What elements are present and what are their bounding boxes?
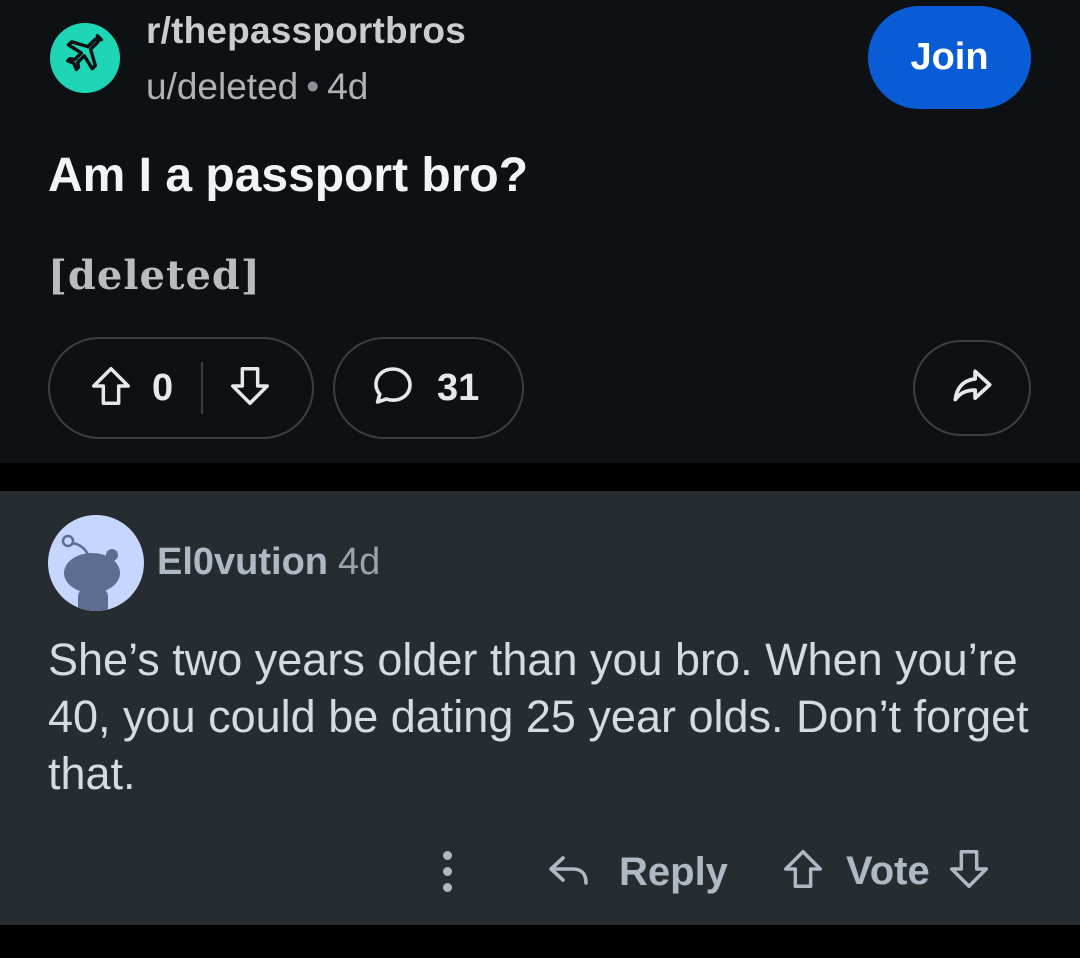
comment-author-row: El0vution 4d: [157, 541, 380, 584]
reply-button[interactable]: Reply: [545, 846, 728, 899]
comment-upvote-button[interactable]: [780, 846, 826, 897]
arrow-down-icon: [946, 850, 992, 896]
more-vertical-icon: [442, 851, 452, 860]
reply-arrow-icon: [545, 846, 593, 899]
share-button[interactable]: [913, 340, 1031, 436]
subreddit-avatar[interactable]: [50, 23, 120, 93]
snoo-avatar-icon: [61, 534, 120, 611]
reply-label: Reply: [619, 850, 728, 894]
join-button[interactable]: Join: [868, 6, 1031, 109]
upvote-button[interactable]: [88, 363, 134, 414]
vote-control: 0: [48, 337, 314, 439]
speech-bubble-icon: [369, 362, 417, 415]
arrow-up-icon: [780, 850, 826, 896]
post-author[interactable]: u/deleted: [146, 66, 298, 107]
downvote-button[interactable]: [227, 363, 273, 414]
post-age: 4d: [327, 66, 369, 107]
more-options-button[interactable]: [440, 851, 454, 895]
subreddit-name[interactable]: r/thepassportbros: [146, 10, 466, 52]
arrow-down-icon: [227, 366, 273, 413]
comments-button[interactable]: 31: [333, 337, 524, 439]
vote-divider: [201, 362, 204, 414]
arrow-up-icon: [88, 366, 134, 413]
comment-text: She’s two years older than you bro. When…: [48, 634, 1029, 799]
comment-count: 31: [437, 366, 480, 409]
share-arrow-icon: [947, 361, 997, 416]
post-title[interactable]: Am I a passport bro?: [48, 148, 528, 203]
meta-separator: •: [306, 66, 320, 107]
avatar[interactable]: [48, 515, 144, 611]
post-meta: u/deleted • 4d: [146, 66, 368, 108]
more-vertical-icon-dot: [442, 883, 452, 892]
vote-label: Vote: [846, 849, 930, 893]
post-card: r/thepassportbros u/deleted • 4d Join Am I…: [0, 0, 1080, 463]
post-body: [deleted]: [48, 252, 261, 299]
vote-score: 0: [152, 366, 174, 409]
comment-vote: Vote: [780, 846, 992, 897]
comment-age: 4d: [338, 541, 381, 583]
comment-author[interactable]: El0vution: [157, 541, 328, 583]
comment-card: El0vution 4d She’s two years older than y…: [0, 491, 1080, 925]
airplane-icon: [62, 33, 108, 84]
comment-downvote-button[interactable]: [946, 846, 992, 897]
more-vertical-icon-dot: [442, 867, 452, 876]
